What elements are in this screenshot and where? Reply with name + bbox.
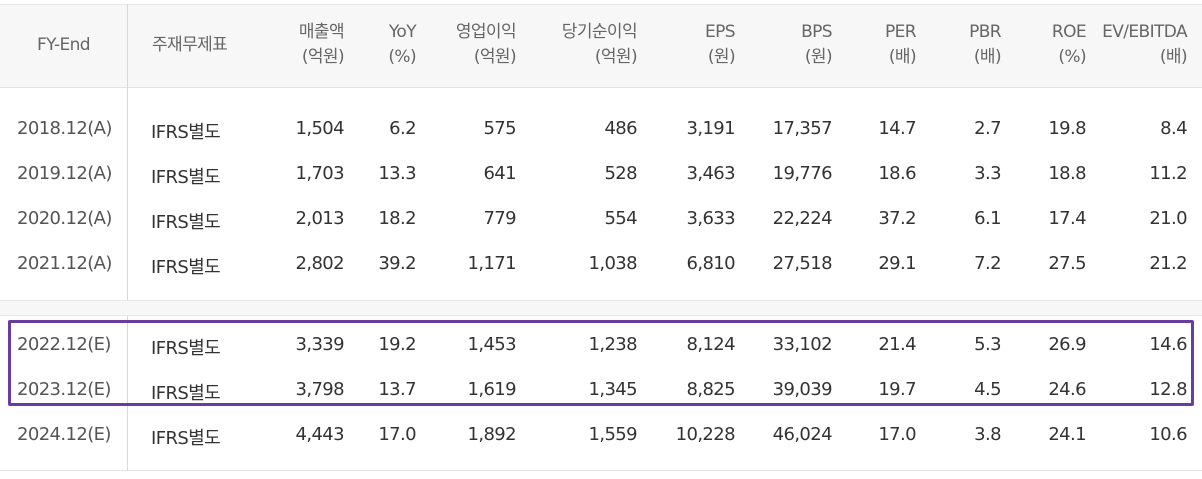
value-cell: 3.8 <box>974 424 1001 445</box>
statement-cell: IFRS별도 <box>151 212 221 233</box>
header-col-5: 당기순이익 (억원) <box>561 22 638 67</box>
header-col-6: EPS (원) <box>705 22 736 67</box>
header-col-3: YoY (%) <box>388 22 416 67</box>
value-cell: 17.0 <box>878 424 916 445</box>
value-cell: 486 <box>604 118 637 139</box>
header-col-7: BPS (원) <box>801 22 833 67</box>
value-cell: 22,224 <box>772 208 833 229</box>
fy-end-cell: 2024.12(E) <box>17 424 111 445</box>
value-cell: 1,703 <box>295 163 344 184</box>
value-cell: 39.2 <box>378 253 416 274</box>
value-cell: 18.6 <box>878 163 916 184</box>
value-cell: 24.1 <box>1048 424 1086 445</box>
value-cell: 641 <box>483 163 516 184</box>
value-cell: 6.1 <box>974 208 1001 229</box>
value-cell: 14.7 <box>878 118 916 139</box>
value-cell: 21.0 <box>1149 208 1187 229</box>
value-cell: 6,810 <box>686 253 735 274</box>
value-cell: 1,892 <box>467 424 516 445</box>
value-cell: 554 <box>604 208 637 229</box>
value-cell: 1,504 <box>295 118 344 139</box>
value-cell: 2.7 <box>974 118 1001 139</box>
value-cell: 19.8 <box>1048 118 1086 139</box>
statement-cell: IFRS별도 <box>151 167 221 188</box>
value-cell: 19,776 <box>772 163 833 184</box>
header-col-10: ROE (%) <box>1051 22 1087 67</box>
header-col-8: PER (배) <box>884 22 917 67</box>
value-cell: 10.6 <box>1149 424 1187 445</box>
fy-end-cell: 2018.12(A) <box>17 118 112 139</box>
fy-end-cell: 2019.12(A) <box>17 163 112 184</box>
value-cell: 3,633 <box>686 208 735 229</box>
value-cell: 27,518 <box>772 253 833 274</box>
estimate-highlight-box <box>8 320 1194 406</box>
value-cell: 1,038 <box>588 253 637 274</box>
value-cell: 3.3 <box>974 163 1001 184</box>
header-fy-end: FY-End <box>37 35 91 55</box>
statement-cell: IFRS별도 <box>151 428 221 449</box>
header-col-2: 매출액 (억원) <box>298 22 345 67</box>
value-cell: 18.8 <box>1048 163 1086 184</box>
value-cell: 46,024 <box>772 424 833 445</box>
value-cell: 528 <box>604 163 637 184</box>
section-gap <box>0 300 1202 316</box>
value-cell: 18.2 <box>378 208 416 229</box>
value-cell: 29.1 <box>878 253 916 274</box>
value-cell: 17.4 <box>1048 208 1086 229</box>
header-main-statement: 주재무제표 <box>152 35 228 55</box>
value-cell: 6.2 <box>389 118 416 139</box>
value-cell: 27.5 <box>1048 253 1086 274</box>
header-col-9: PBR (배) <box>969 22 1002 67</box>
value-cell: 37.2 <box>878 208 916 229</box>
value-cell: 4,443 <box>295 424 344 445</box>
fy-end-cell: 2020.12(A) <box>17 208 112 229</box>
value-cell: 17.0 <box>378 424 416 445</box>
value-cell: 11.2 <box>1149 163 1187 184</box>
value-cell: 779 <box>483 208 516 229</box>
value-cell: 575 <box>483 118 516 139</box>
value-cell: 13.3 <box>378 163 416 184</box>
statement-cell: IFRS별도 <box>151 122 221 143</box>
value-cell: 10,228 <box>675 424 736 445</box>
value-cell: 1,171 <box>467 253 516 274</box>
value-cell: 2,802 <box>295 253 344 274</box>
value-cell: 21.2 <box>1149 253 1187 274</box>
value-cell: 1,559 <box>588 424 637 445</box>
value-cell: 8.4 <box>1160 118 1187 139</box>
value-cell: 7.2 <box>974 253 1001 274</box>
fy-end-cell: 2021.12(A) <box>17 253 112 274</box>
header-col-11: EV/EBITDA (배) <box>1102 22 1188 67</box>
value-cell: 3,463 <box>686 163 735 184</box>
header-col-4: 영업이익 (억원) <box>455 22 517 67</box>
table-bottom-border <box>0 470 1202 471</box>
value-cell: 3,191 <box>686 118 735 139</box>
value-cell: 17,357 <box>772 118 833 139</box>
value-cell: 2,013 <box>295 208 344 229</box>
statement-cell: IFRS별도 <box>151 257 221 278</box>
